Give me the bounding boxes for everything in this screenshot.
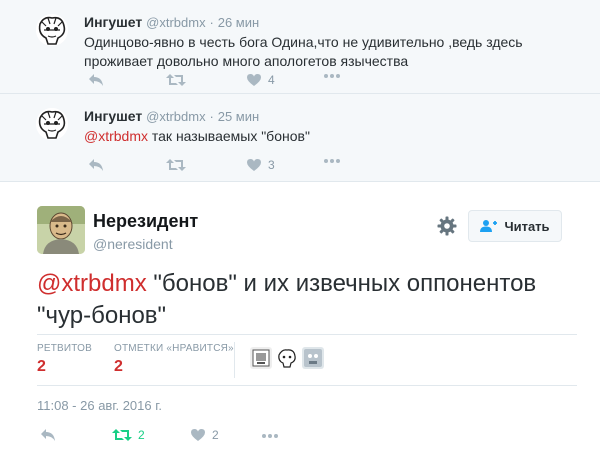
reply-button[interactable] bbox=[88, 73, 104, 87]
more-icon bbox=[324, 74, 340, 78]
likes-stat[interactable]: ОТМЕТКИ «НРАВИТСЯ» 2 bbox=[114, 343, 234, 376]
divider bbox=[234, 342, 235, 378]
more-button[interactable] bbox=[324, 158, 340, 164]
more-button[interactable] bbox=[324, 73, 340, 79]
like-count: 3 bbox=[268, 158, 275, 172]
avatar[interactable] bbox=[37, 206, 85, 254]
retweets-label: РЕТВИТОВ bbox=[37, 343, 93, 354]
tweet-date[interactable]: 11:08 - 26 авг. 2016 г. bbox=[37, 398, 162, 413]
more-icon bbox=[324, 159, 340, 163]
tweet-body: так называемых "бонов" bbox=[148, 128, 310, 144]
mention-link[interactable]: @xtrbdmx bbox=[37, 270, 147, 297]
likes-count: 2 bbox=[114, 358, 123, 375]
reply-icon bbox=[89, 159, 103, 171]
tweet-text: Одинцово-явно в честь бога Одина,что не … bbox=[84, 33, 554, 71]
main-tweet: Нерезидент @neresident Читать @xtrbdmx "… bbox=[0, 194, 600, 461]
author-screen-name[interactable]: @neresident bbox=[93, 236, 173, 252]
retweets-stat[interactable]: РЕТВИТОВ 2 bbox=[37, 343, 92, 376]
separator-dot: · bbox=[209, 109, 214, 124]
retweet-icon bbox=[166, 74, 186, 86]
heart-icon bbox=[247, 74, 261, 86]
follow-button[interactable]: Читать bbox=[468, 210, 562, 242]
tweet-actions: 2 2 bbox=[40, 428, 300, 446]
reply-button[interactable] bbox=[88, 158, 104, 172]
tweet-body: Одинцово-явно в честь бога Одина,что не … bbox=[84, 34, 523, 69]
heart-icon bbox=[247, 159, 261, 171]
like-button[interactable]: 2 bbox=[190, 428, 219, 442]
timestamp[interactable]: 25 мин bbox=[218, 109, 259, 124]
like-button[interactable]: 4 bbox=[246, 73, 275, 87]
avatar[interactable] bbox=[36, 108, 68, 140]
author-screen-name[interactable]: @xtrbdmx bbox=[146, 15, 205, 30]
separator-dot: · bbox=[209, 15, 214, 30]
retweet-button[interactable]: 2 bbox=[112, 428, 145, 442]
tweet-text: @xtrbdmx так называемых "бонов" bbox=[84, 127, 554, 146]
timestamp[interactable]: 26 мин bbox=[218, 15, 259, 30]
retweets-count: 2 bbox=[37, 358, 46, 375]
avatar[interactable] bbox=[36, 14, 68, 46]
author-name[interactable]: Нерезидент bbox=[93, 211, 198, 232]
author-name[interactable]: Ингушет bbox=[84, 108, 142, 124]
more-icon bbox=[262, 434, 278, 438]
tweet-actions: 3 bbox=[88, 158, 348, 176]
more-button[interactable] bbox=[262, 433, 278, 439]
retweet-count: 2 bbox=[138, 428, 145, 442]
reply-icon bbox=[41, 429, 55, 441]
like-count: 4 bbox=[268, 73, 275, 87]
liker-avatar[interactable] bbox=[276, 347, 298, 369]
author-name[interactable]: Ингушет bbox=[84, 14, 142, 30]
retweet-icon bbox=[112, 429, 132, 441]
liker-avatar[interactable] bbox=[302, 347, 324, 369]
heart-icon bbox=[191, 429, 205, 441]
mention-link[interactable]: @xtrbdmx bbox=[84, 128, 148, 144]
liker-avatar[interactable] bbox=[250, 347, 272, 369]
likes-label: ОТМЕТКИ «НРАВИТСЯ» bbox=[114, 343, 234, 354]
reply-tweet[interactable]: Ингушет @xtrbdmx · 26 мин Одинцово-явно … bbox=[0, 0, 600, 94]
retweet-button[interactable] bbox=[166, 158, 186, 172]
gear-icon bbox=[437, 216, 457, 236]
tweet-header: Ингушет @xtrbdmx · 26 мин bbox=[84, 14, 259, 30]
tweet-header: Ингушет @xtrbdmx · 25 мин bbox=[84, 108, 259, 124]
retweet-button[interactable] bbox=[166, 73, 186, 87]
retweet-icon bbox=[166, 159, 186, 171]
reply-tweet[interactable]: Ингушет @xtrbdmx · 25 мин @xtrbdmx так н… bbox=[0, 94, 600, 182]
tweet-text: @xtrbdmx "бонов" и их извечных оппоненто… bbox=[37, 268, 577, 332]
follow-person-icon bbox=[480, 220, 498, 232]
like-count: 2 bbox=[212, 428, 219, 442]
settings-button[interactable] bbox=[436, 215, 458, 237]
follow-label: Читать bbox=[504, 218, 550, 234]
like-button[interactable]: 3 bbox=[246, 158, 275, 172]
tweet-actions: 4 bbox=[88, 73, 348, 91]
author-screen-name[interactable]: @xtrbdmx bbox=[146, 109, 205, 124]
reply-icon bbox=[89, 74, 103, 86]
tweet-stats: РЕТВИТОВ 2 ОТМЕТКИ «НРАВИТСЯ» 2 bbox=[37, 334, 577, 386]
reply-button[interactable] bbox=[40, 428, 56, 442]
